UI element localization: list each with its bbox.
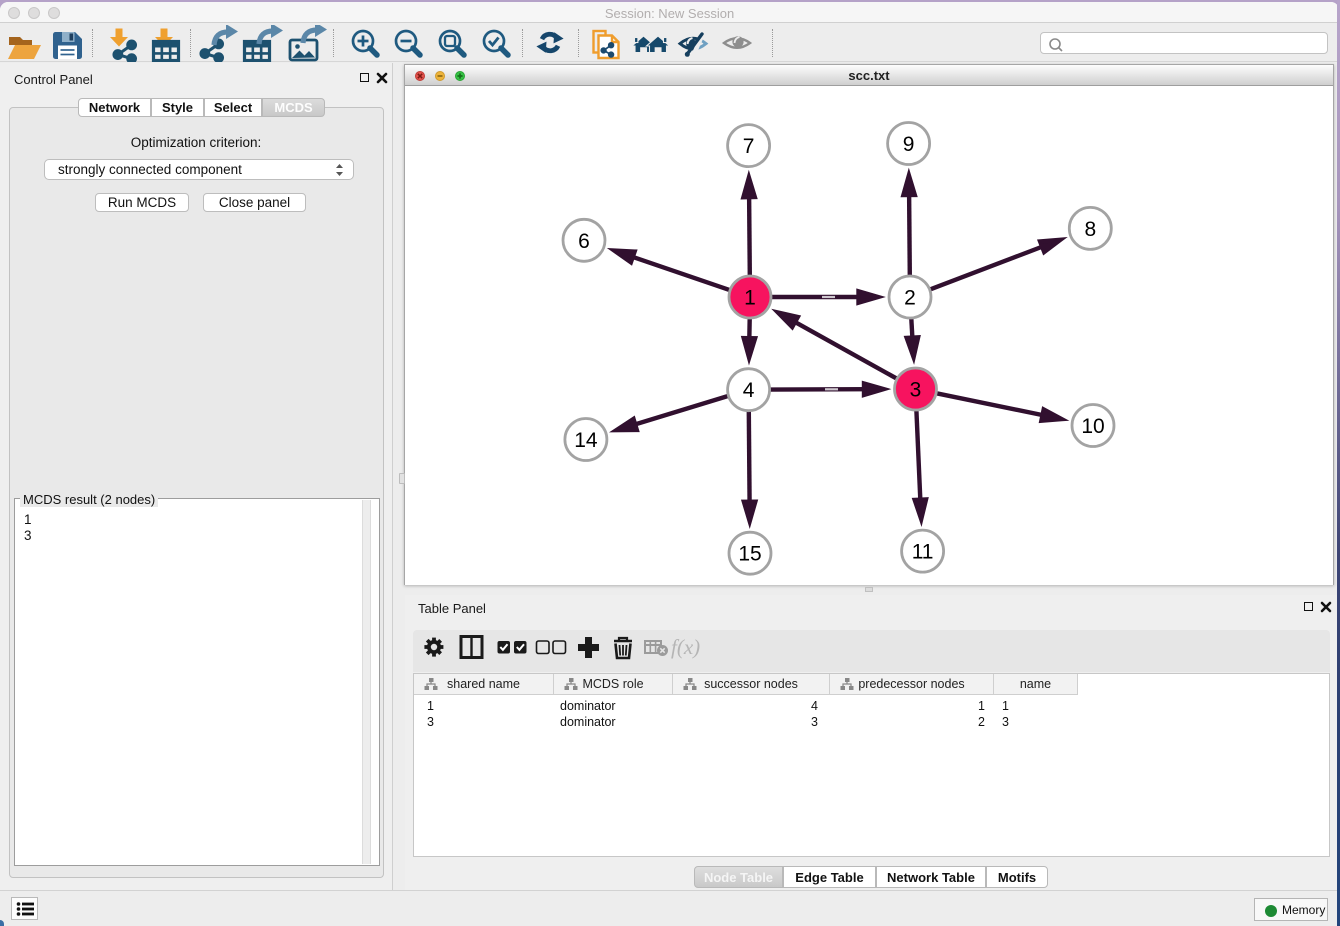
svg-text:1: 1 xyxy=(744,287,756,310)
svg-text:2: 2 xyxy=(904,287,916,310)
svg-text:11: 11 xyxy=(912,541,934,564)
svg-text:4: 4 xyxy=(743,379,755,402)
svg-text:f(x): f(x) xyxy=(671,635,700,659)
svg-text:6: 6 xyxy=(578,230,590,253)
svg-text:10: 10 xyxy=(1081,415,1104,438)
svg-text:3: 3 xyxy=(910,379,922,402)
svg-text:14: 14 xyxy=(574,429,598,452)
svg-text:9: 9 xyxy=(903,133,915,156)
svg-text:7: 7 xyxy=(743,135,755,158)
svg-text:8: 8 xyxy=(1084,218,1096,241)
svg-text:15: 15 xyxy=(738,543,761,566)
